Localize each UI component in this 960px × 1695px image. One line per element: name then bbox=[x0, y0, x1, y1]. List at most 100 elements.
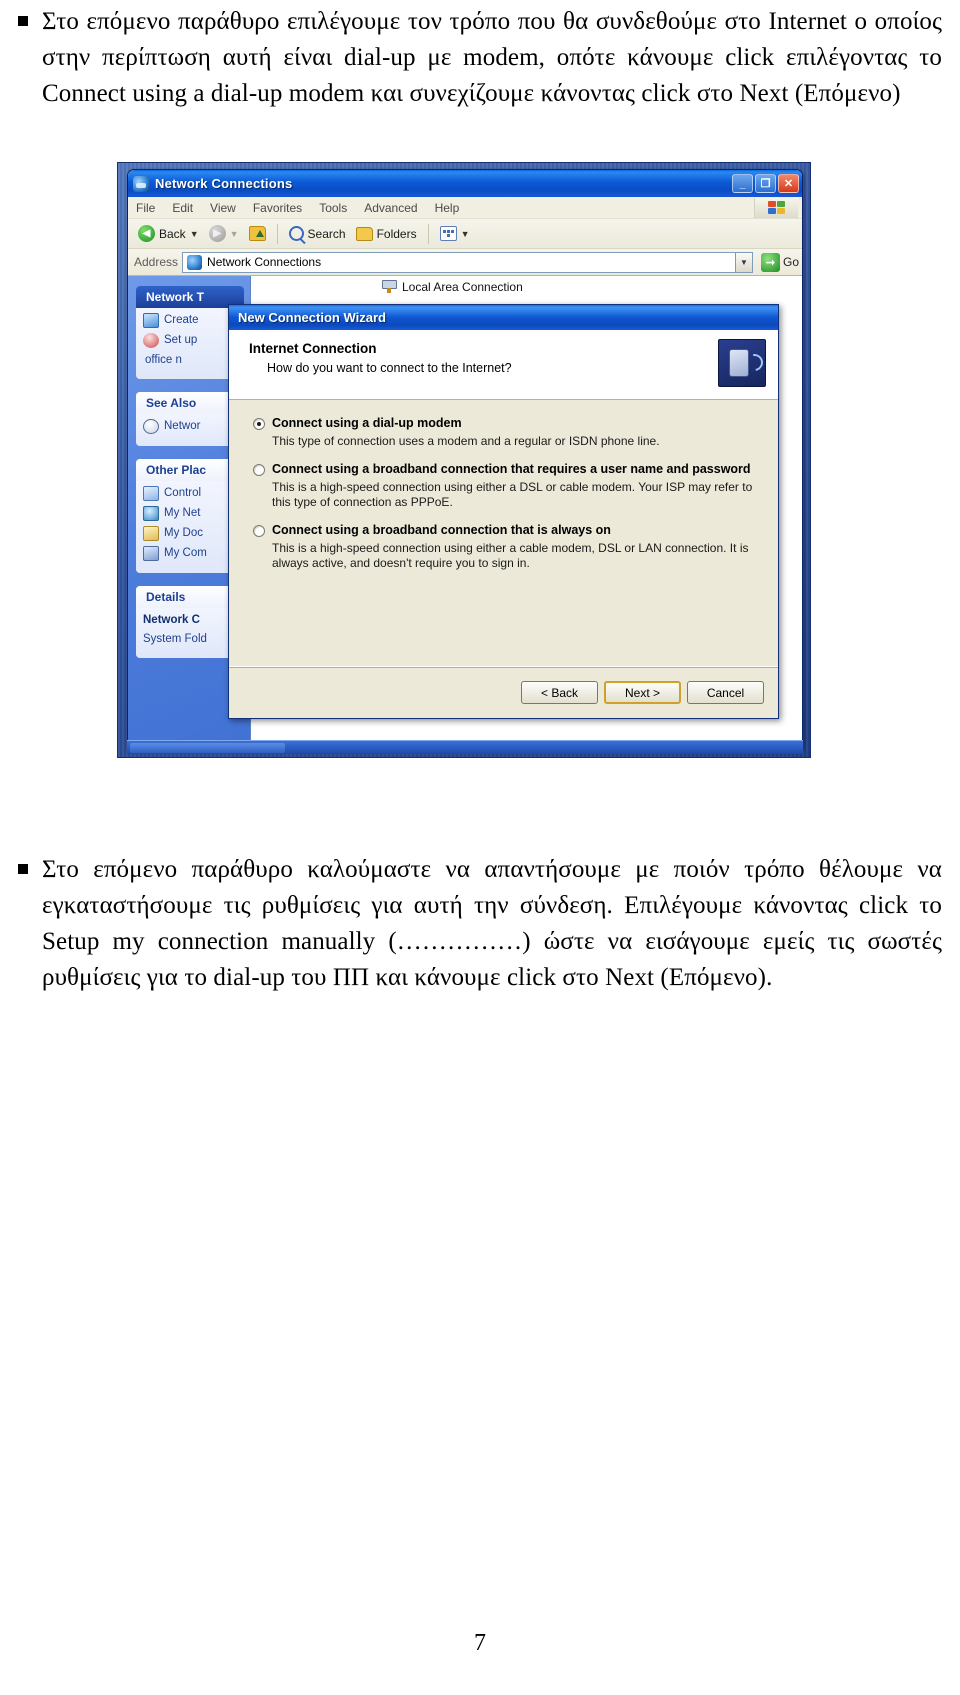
details-subtitle-row: System Fold bbox=[143, 632, 240, 646]
task-setup-label-line2-row: office n bbox=[143, 353, 240, 367]
bottom-paragraph-content: Στο επόμενο παράθυρο καλούμαστε να απαντ… bbox=[42, 856, 942, 991]
forward-dropdown-icon: ▼ bbox=[229, 228, 239, 239]
wizard-options: Connect using a dial-up modem This type … bbox=[229, 400, 778, 666]
views-dropdown-icon[interactable]: ▼ bbox=[461, 229, 470, 239]
menu-item-favorites[interactable]: Favorites bbox=[253, 201, 302, 215]
embedded-screenshot: Network Connections _ ❐ ✕ File Edit View… bbox=[118, 163, 810, 757]
folder-up-icon bbox=[248, 226, 266, 241]
other-places-my-computer[interactable]: My Com bbox=[143, 546, 240, 561]
close-button[interactable]: ✕ bbox=[778, 174, 799, 193]
option-broadband-credentials-description: This is a high-speed connection using ei… bbox=[272, 480, 753, 509]
option-broadband-always-on[interactable]: Connect using a broadband connection tha… bbox=[253, 523, 760, 571]
up-button[interactable] bbox=[246, 224, 269, 243]
explorer-toolbar: ◀ Back ▼ ▶ ▼ Search Folders ▼ bbox=[128, 219, 802, 249]
page-number: 7 bbox=[474, 1630, 486, 1656]
info-icon bbox=[143, 419, 159, 434]
top-paragraph-text: Στο επόμενο παράθυρο επιλέγουμε τον τρόπ… bbox=[42, 4, 960, 112]
wizard-header-title: Internet Connection bbox=[249, 341, 377, 356]
bullet-marker-top bbox=[18, 16, 28, 26]
internet-connection-banner-icon bbox=[718, 339, 766, 387]
go-button[interactable]: ➞ Go bbox=[757, 252, 799, 272]
task-create-connection[interactable]: Create bbox=[143, 313, 240, 328]
radio-broadband-always-on-icon[interactable] bbox=[253, 525, 265, 537]
other-places-my-documents[interactable]: My Doc bbox=[143, 526, 240, 541]
window-controls: _ ❐ ✕ bbox=[732, 174, 799, 193]
menu-item-tools[interactable]: Tools bbox=[319, 201, 347, 215]
back-button-label: Back bbox=[159, 226, 186, 241]
go-button-label: Go bbox=[782, 255, 799, 269]
new-connection-icon bbox=[143, 313, 159, 328]
task-create-label: Create bbox=[164, 314, 199, 326]
address-label: Address bbox=[134, 255, 179, 269]
wizard-title: New Connection Wizard bbox=[238, 310, 386, 325]
other-places-control-panel[interactable]: Control bbox=[143, 486, 240, 501]
new-connection-wizard-dialog[interactable]: New Connection Wizard Internet Connectio… bbox=[228, 304, 779, 719]
list-item[interactable]: Local Area Connection bbox=[251, 276, 802, 294]
radio-broadband-credentials-icon[interactable] bbox=[253, 464, 265, 476]
address-globe-icon bbox=[187, 254, 203, 270]
option-broadband-always-on-label: Connect using a broadband connection tha… bbox=[272, 523, 611, 537]
views-button[interactable]: ▼ bbox=[437, 224, 473, 243]
setup-wizard-icon bbox=[143, 333, 159, 348]
menu-item-advanced[interactable]: Advanced bbox=[364, 201, 417, 215]
control-panel-icon bbox=[143, 486, 159, 501]
forward-button[interactable]: ▶ ▼ bbox=[206, 223, 242, 244]
next-wizard-button[interactable]: Next > bbox=[604, 681, 681, 704]
back-dropdown-icon[interactable]: ▼ bbox=[190, 229, 199, 239]
views-icon bbox=[439, 226, 457, 241]
network-globe-icon bbox=[133, 175, 149, 192]
other-places-my-network[interactable]: My Net bbox=[143, 506, 240, 521]
windows-flag-icon bbox=[754, 198, 798, 218]
menu-item-help[interactable]: Help bbox=[435, 201, 460, 215]
bullet-marker-bottom bbox=[18, 864, 28, 874]
radio-dialup-icon[interactable] bbox=[253, 418, 265, 430]
menu-item-file[interactable]: File bbox=[136, 201, 155, 215]
maximize-button[interactable]: ❐ bbox=[755, 174, 776, 193]
details-subtitle: System Fold bbox=[143, 633, 207, 645]
my-network-places-icon bbox=[143, 506, 159, 521]
details-title-row: Network C bbox=[143, 613, 240, 627]
other-places-label-3: My Com bbox=[164, 547, 207, 559]
address-value: Network Connections bbox=[207, 255, 322, 269]
back-arrow-icon: ◀ bbox=[138, 225, 155, 242]
see-also-network-troubleshooter[interactable]: Networ bbox=[143, 419, 240, 434]
cancel-wizard-button[interactable]: Cancel bbox=[687, 681, 764, 704]
option-dialup[interactable]: Connect using a dial-up modem This type … bbox=[253, 416, 760, 449]
option-broadband-credentials[interactable]: Connect using a broadband connection tha… bbox=[253, 462, 760, 510]
lan-connection-label: Local Area Connection bbox=[402, 280, 523, 294]
minimize-button[interactable]: _ bbox=[732, 174, 753, 193]
search-button[interactable]: Search bbox=[286, 224, 349, 243]
top-paragraph-block: Στο επόμενο παράθυρο επιλέγουμε τον τρόπ… bbox=[0, 4, 960, 112]
back-button[interactable]: ◀ Back ▼ bbox=[135, 223, 202, 244]
lan-connection-icon bbox=[381, 280, 397, 294]
address-input[interactable]: Network Connections ▼ bbox=[182, 251, 753, 273]
see-also-label: Networ bbox=[164, 420, 201, 432]
menu-item-edit[interactable]: Edit bbox=[172, 201, 193, 215]
other-places-label-2: My Doc bbox=[164, 527, 203, 539]
wizard-footer: < Back Next > Cancel bbox=[229, 666, 778, 718]
task-setup-network[interactable]: Set up bbox=[143, 333, 240, 348]
other-places-label-1: My Net bbox=[164, 507, 201, 519]
taskbar-strip bbox=[127, 740, 803, 754]
forward-arrow-icon: ▶ bbox=[208, 225, 226, 242]
taskbar-window-button[interactable] bbox=[130, 743, 285, 753]
back-wizard-button[interactable]: < Back bbox=[521, 681, 598, 704]
folder-icon bbox=[355, 226, 373, 241]
top-paragraph-content: Στο επόμενο παράθυρο επιλέγουμε τον τρόπ… bbox=[42, 8, 942, 107]
my-computer-icon bbox=[143, 546, 159, 561]
details-title: Network C bbox=[143, 614, 200, 626]
other-places-label-0: Control bbox=[164, 487, 202, 499]
option-broadband-credentials-label: Connect using a broadband connection tha… bbox=[272, 462, 751, 476]
wizard-header-subtitle: How do you want to connect to the Intern… bbox=[267, 361, 512, 375]
wizard-header: Internet Connection How do you want to c… bbox=[229, 330, 778, 400]
menu-item-view[interactable]: View bbox=[210, 201, 236, 215]
explorer-window-title: Network Connections bbox=[155, 176, 293, 191]
task-setup-label: Set up bbox=[164, 334, 198, 346]
search-icon bbox=[288, 226, 304, 241]
my-documents-icon bbox=[143, 526, 159, 541]
option-dialup-description: This type of connection uses a modem and… bbox=[272, 434, 660, 448]
option-broadband-always-on-description: This is a high-speed connection using ei… bbox=[272, 541, 749, 570]
toolbar-separator bbox=[276, 223, 278, 244]
folders-button[interactable]: Folders bbox=[353, 225, 420, 243]
address-dropdown-icon[interactable]: ▼ bbox=[734, 252, 752, 272]
